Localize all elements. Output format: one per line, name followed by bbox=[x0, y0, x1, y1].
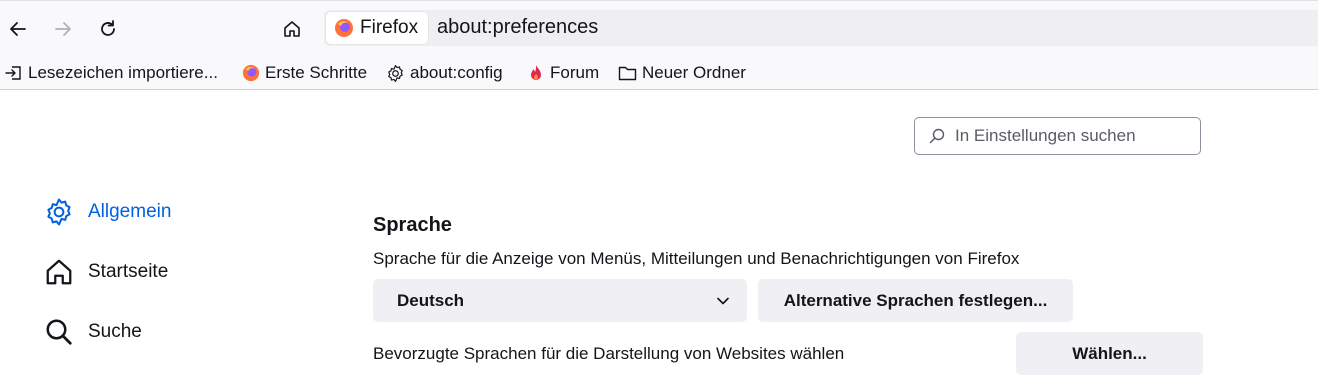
identity-box[interactable]: Firefox bbox=[326, 12, 429, 44]
reload-icon bbox=[101, 20, 115, 36]
forward-button[interactable] bbox=[49, 15, 77, 43]
settings-search-input[interactable]: In Einstellungen suchen bbox=[914, 117, 1201, 155]
section-heading-sprache: Sprache bbox=[373, 214, 452, 236]
preferred-languages-description: Bevorzugte Sprachen für die Darstellung … bbox=[373, 344, 845, 363]
language-select[interactable]: Deutsch bbox=[373, 279, 747, 322]
category-label: Allgemein bbox=[88, 201, 172, 222]
category-startseite[interactable]: Startseite bbox=[44, 257, 168, 287]
bookmark-import[interactable]: Lesezeichen importiere... bbox=[5, 61, 218, 85]
reload-button[interactable] bbox=[94, 15, 122, 43]
bookmark-about-config[interactable]: about:config bbox=[386, 61, 503, 85]
bookmarks-toolbar: Lesezeichen importiere... Erste Schritte… bbox=[0, 56, 1318, 90]
back-arrow-icon bbox=[10, 22, 26, 36]
bookmark-label: about:config bbox=[410, 63, 503, 82]
folder-icon bbox=[618, 66, 637, 80]
home-icon bbox=[44, 257, 74, 287]
bookmark-label: Forum bbox=[550, 63, 600, 82]
language-description: Sprache für die Anzeige von Menüs, Mitte… bbox=[373, 249, 1020, 268]
bookmark-folder[interactable]: Neuer Ordner bbox=[618, 61, 746, 85]
choose-languages-label: Wählen... bbox=[1072, 343, 1147, 363]
home-button[interactable] bbox=[278, 15, 306, 43]
identity-label: Firefox bbox=[360, 17, 419, 38]
search-icon bbox=[929, 128, 945, 144]
category-suche[interactable]: Suche bbox=[44, 317, 142, 347]
language-select-value: Deutsch bbox=[397, 290, 465, 310]
forward-arrow-icon bbox=[55, 22, 71, 36]
alternative-languages-label: Alternative Sprachen festlegen... bbox=[783, 290, 1048, 310]
gear-icon bbox=[44, 197, 74, 227]
firefox-icon bbox=[335, 19, 353, 37]
bookmark-label: Lesezeichen importiere... bbox=[28, 63, 218, 82]
import-icon bbox=[5, 66, 21, 80]
back-button[interactable] bbox=[4, 15, 32, 43]
nav-toolbar: Firefox about:preferences bbox=[0, 0, 1318, 56]
category-label: Suche bbox=[88, 321, 142, 342]
category-label: Startseite bbox=[88, 261, 169, 282]
firefox-icon bbox=[242, 64, 260, 82]
home-icon bbox=[284, 21, 300, 37]
category-allgemein[interactable]: Allgemein bbox=[44, 197, 171, 227]
bookmark-forum[interactable]: Forum bbox=[527, 61, 599, 85]
gear-icon bbox=[388, 64, 403, 82]
search-icon bbox=[44, 317, 74, 347]
search-placeholder: In Einstellungen suchen bbox=[955, 126, 1136, 145]
flame-icon bbox=[531, 65, 541, 80]
bookmark-erste-schritte[interactable]: Erste Schritte bbox=[242, 61, 367, 85]
choose-languages-button[interactable]: Wählen... bbox=[1016, 332, 1203, 375]
bookmark-label: Erste Schritte bbox=[265, 63, 368, 82]
chevron-down-icon bbox=[717, 297, 729, 304]
bookmark-label: Neuer Ordner bbox=[642, 63, 746, 82]
url-text[interactable]: about:preferences bbox=[437, 16, 598, 39]
alternative-languages-button[interactable]: Alternative Sprachen festlegen... bbox=[758, 279, 1073, 322]
